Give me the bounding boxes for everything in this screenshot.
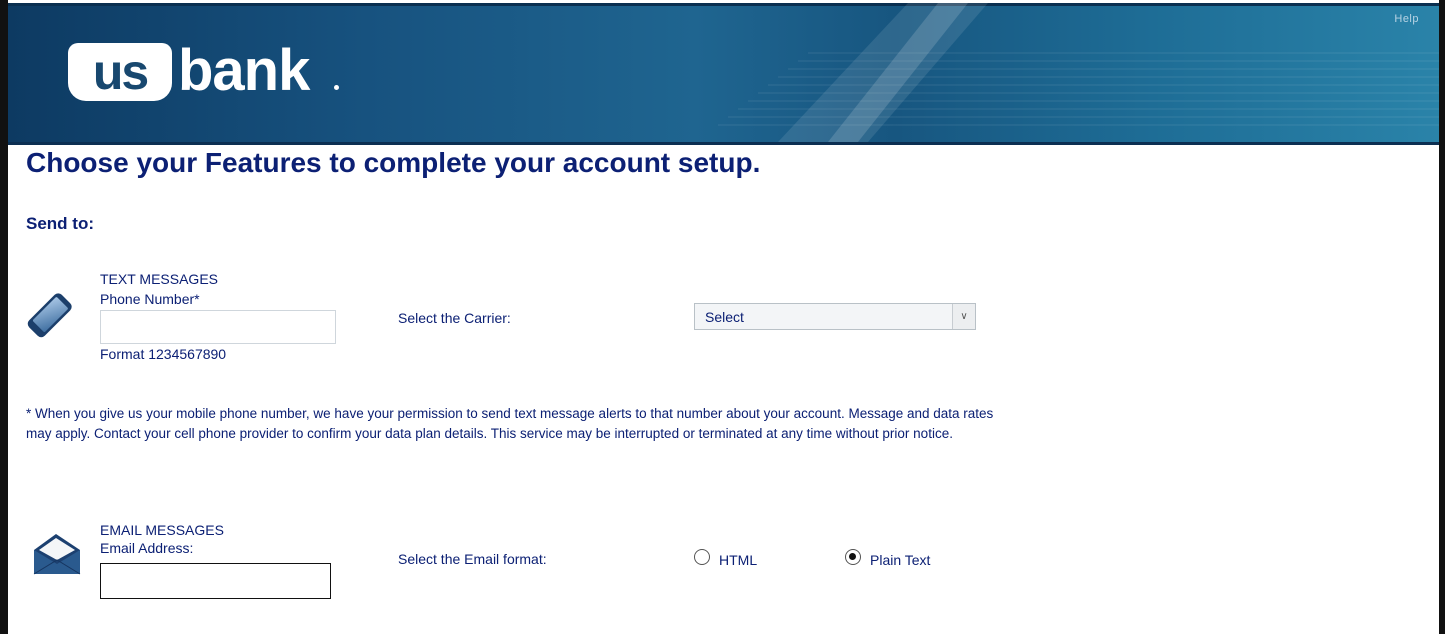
email-format-plain-text-option[interactable]: Plain Text <box>845 549 965 569</box>
html-radio-label: HTML <box>719 552 758 568</box>
logo-bank-text: bank <box>178 38 310 103</box>
radio-selected-dot <box>849 553 856 560</box>
text-messages-heading: TEXT MESSAGES <box>100 271 218 287</box>
usbank-logo[interactable]: us bank <box>68 39 348 107</box>
carrier-select-value: Select <box>705 309 744 325</box>
email-address-label: Email Address: <box>100 540 194 556</box>
phone-format-hint: Format 1234567890 <box>100 346 227 362</box>
email-format-label: Select the Email format: <box>398 551 547 567</box>
logo-us-shield: us <box>68 43 172 101</box>
chevron-down-icon[interactable]: ∨ <box>952 304 975 329</box>
carrier-label: Select the Carrier: <box>398 310 511 326</box>
header-bottom-rule <box>8 142 1439 145</box>
plain-text-radio-label: Plain Text <box>870 552 931 568</box>
mobile-phone-icon <box>27 293 72 338</box>
phone-number-label: Phone Number* <box>100 291 200 307</box>
carrier-select[interactable]: Select ∨ <box>694 303 976 330</box>
page-title: Choose your Features to complete your ac… <box>26 147 761 178</box>
email-messages-heading: EMAIL MESSAGES <box>100 522 224 538</box>
html-radio[interactable] <box>694 549 710 565</box>
email-address-input[interactable] <box>100 563 331 599</box>
site-header: Help us bank <box>8 3 1439 142</box>
send-to-label: Send to: <box>26 214 94 233</box>
logo-dot <box>334 85 339 90</box>
help-link[interactable]: Help <box>1394 13 1419 25</box>
text-message-disclaimer: * When you give us your mobile phone num… <box>26 406 994 441</box>
plain-text-radio[interactable] <box>845 549 861 565</box>
envelope-icon <box>33 534 81 575</box>
phone-number-input[interactable] <box>100 310 336 344</box>
email-format-html-option[interactable]: HTML <box>694 549 784 569</box>
